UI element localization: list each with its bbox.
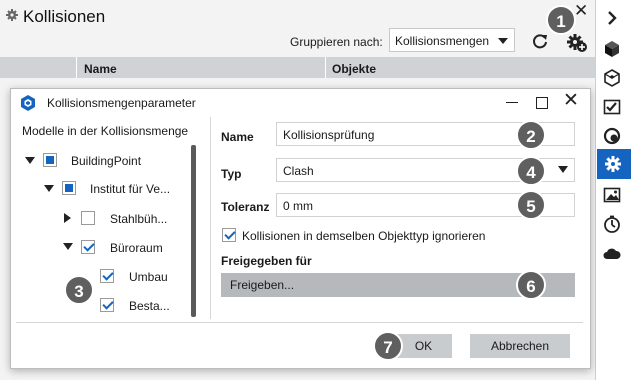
tree-title: Modelle in der Kollisionsmenge bbox=[22, 124, 189, 138]
tree-item-label[interactable]: Besta... bbox=[129, 299, 170, 313]
callout-badge: 1 bbox=[546, 5, 576, 35]
cloud-icon[interactable] bbox=[603, 245, 621, 261]
group-by-value: Kollisionsmengen bbox=[395, 34, 490, 48]
footer-divider bbox=[16, 322, 583, 323]
panel-title: Kollisionen bbox=[23, 7, 106, 26]
callout-badge: 5 bbox=[516, 190, 546, 220]
callout-badge: 2 bbox=[516, 120, 546, 150]
tree-item-label[interactable]: Stahlbüh... bbox=[110, 212, 167, 226]
expand-arrow-icon[interactable] bbox=[63, 243, 73, 250]
callout-badge: 6 bbox=[516, 270, 546, 300]
tolerance-label: Toleranz bbox=[221, 200, 270, 214]
chevron-right-icon[interactable] bbox=[604, 10, 620, 26]
group-by-select[interactable]: Kollisionsmengen bbox=[389, 28, 515, 52]
app-logo-icon bbox=[21, 95, 35, 111]
tree-checkbox[interactable] bbox=[81, 240, 95, 254]
ignore-same-type-label[interactable]: Kollisionen in demselben Objekttyp ignor… bbox=[242, 229, 485, 243]
type-label: Typ bbox=[221, 167, 242, 181]
clash-settings-icon[interactable] bbox=[566, 31, 588, 53]
chevron-down-icon bbox=[498, 38, 508, 44]
name-value: Kollisionsprüfung bbox=[283, 128, 375, 142]
cube-icon[interactable] bbox=[603, 40, 621, 58]
ok-button[interactable]: OK bbox=[395, 334, 452, 358]
timer-icon[interactable] bbox=[603, 215, 621, 233]
rings-icon[interactable] bbox=[603, 127, 621, 145]
callout-badge: 3 bbox=[64, 275, 94, 305]
chevron-down-icon bbox=[558, 166, 568, 173]
close-icon[interactable]: ✕ bbox=[574, 2, 588, 19]
clash-gear-icon[interactable] bbox=[604, 155, 622, 173]
column-divider bbox=[76, 57, 77, 78]
tree-scrollbar[interactable] bbox=[191, 145, 196, 317]
tree-checkbox[interactable] bbox=[100, 269, 114, 283]
type-value: Clash bbox=[283, 164, 314, 178]
tolerance-value: 0 mm bbox=[283, 199, 313, 213]
tree-checkbox[interactable] bbox=[100, 298, 114, 312]
name-label: Name bbox=[221, 130, 254, 144]
dialog-close-icon[interactable]: ✕ bbox=[563, 91, 579, 110]
expand-arrow-icon[interactable] bbox=[64, 213, 71, 223]
gear-icon bbox=[6, 9, 18, 21]
tree-item-label[interactable]: Büroraum bbox=[110, 241, 163, 255]
pane-divider bbox=[210, 117, 211, 319]
tree-item-label[interactable]: Umbau bbox=[129, 270, 168, 284]
shared-with-label: Freigegeben für bbox=[221, 254, 312, 268]
expand-arrow-icon[interactable] bbox=[25, 157, 35, 164]
column-header-objects[interactable]: Objekte bbox=[332, 62, 376, 76]
dialog-title: Kollisionsmengenparameter bbox=[47, 96, 196, 110]
checklist-icon[interactable] bbox=[603, 98, 621, 116]
callout-badge: 7 bbox=[373, 331, 403, 361]
tree-checkbox[interactable] bbox=[81, 211, 95, 225]
ignore-same-type-checkbox[interactable] bbox=[222, 228, 236, 242]
tree-item-label[interactable]: BuildingPoint bbox=[71, 154, 141, 168]
expand-arrow-icon[interactable] bbox=[44, 185, 54, 192]
maximize-icon[interactable] bbox=[536, 97, 548, 109]
column-header-name[interactable]: Name bbox=[84, 62, 117, 76]
tree-checkbox[interactable] bbox=[62, 181, 76, 195]
group-by-label: Gruppieren nach: bbox=[290, 35, 383, 49]
callout-badge: 4 bbox=[516, 156, 546, 186]
refresh-icon[interactable] bbox=[531, 32, 549, 50]
tree-item-label[interactable]: Institut für Ve... bbox=[90, 182, 170, 196]
box-icon[interactable] bbox=[603, 69, 621, 87]
column-divider bbox=[325, 57, 326, 78]
tree-checkbox[interactable] bbox=[43, 153, 57, 167]
image-icon[interactable] bbox=[603, 186, 621, 204]
cancel-button[interactable]: Abbrechen bbox=[470, 334, 570, 358]
minimize-icon[interactable] bbox=[506, 102, 518, 103]
share-button-label: Freigeben... bbox=[230, 278, 295, 292]
